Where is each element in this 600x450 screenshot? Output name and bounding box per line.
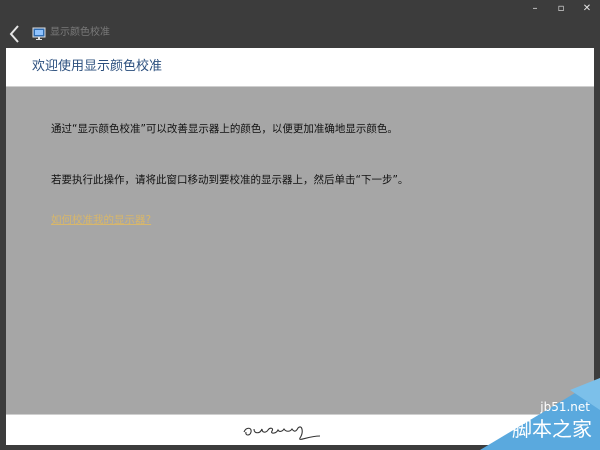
watermark-url: jb51.net: [540, 400, 590, 414]
back-button[interactable]: [6, 23, 24, 45]
display-calibration-icon: [32, 26, 46, 40]
page-header: 欢迎使用显示颜色校准: [6, 48, 594, 87]
back-arrow-icon: [9, 25, 19, 43]
title-bar: – ▫ ✕: [0, 0, 600, 20]
close-button[interactable]: ✕: [574, 0, 600, 20]
watermark-name: 脚本之家: [512, 417, 592, 441]
window-controls: – ▫ ✕: [522, 0, 600, 20]
minimize-button[interactable]: –: [522, 0, 548, 20]
intro-text: 通过“显示颜色校准”可以改善显示器上的颜色，以便更加准确地显示颜色。: [51, 123, 398, 135]
window-title: 显示颜色校准: [50, 27, 110, 38]
maximize-button[interactable]: ▫: [548, 0, 574, 20]
instruction-text: 若要执行此操作，请将此窗口移动到要校准的显示器上，然后单击“下一步”。: [51, 174, 409, 186]
navigation-bar: 显示颜色校准: [0, 20, 600, 48]
signature-icon: [243, 426, 321, 440]
page-title: 欢迎使用显示颜色校准: [32, 59, 163, 74]
watermark: jb51.net 脚本之家: [440, 370, 600, 450]
help-link[interactable]: 如何校准我的显示器?: [51, 213, 151, 227]
